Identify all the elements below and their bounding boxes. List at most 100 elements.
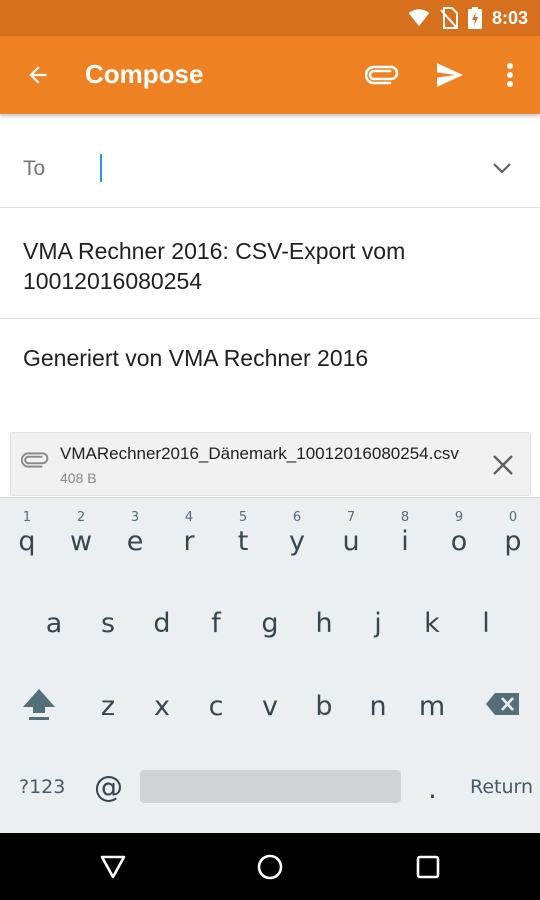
key-l[interactable]: l bbox=[459, 593, 513, 653]
shift-key[interactable] bbox=[12, 674, 66, 734]
key-u[interactable]: 7u bbox=[324, 504, 378, 564]
send-button[interactable] bbox=[426, 53, 474, 97]
body-field[interactable]: Generiert von VMA Rechner 2016 bbox=[0, 319, 540, 429]
key-a[interactable]: a bbox=[27, 593, 81, 653]
key-i[interactable]: 8i bbox=[378, 504, 432, 564]
send-icon bbox=[437, 63, 463, 87]
key-d[interactable]: d bbox=[135, 593, 189, 653]
key-label: k bbox=[424, 607, 440, 639]
key-label: c bbox=[208, 690, 224, 722]
subject-field[interactable]: VMA Rechner 2016: CSV-Export vom 1001201… bbox=[0, 208, 540, 319]
key-label: i bbox=[401, 525, 409, 557]
key-e[interactable]: 3e bbox=[108, 504, 162, 564]
status-bar: 8:03 bbox=[0, 0, 540, 36]
attachment-chip[interactable]: VMARechner2016_Dänemark_10012016080254.c… bbox=[10, 432, 531, 496]
key-z[interactable]: z bbox=[81, 676, 135, 736]
key-label: b bbox=[315, 690, 333, 722]
key-label: y bbox=[289, 525, 305, 557]
subject-text: VMA Rechner 2016: CSV-Export vom 1001201… bbox=[23, 238, 406, 294]
key-label: a bbox=[45, 607, 63, 639]
key-hint: 1 bbox=[22, 510, 32, 525]
key-c[interactable]: c bbox=[189, 676, 243, 736]
attachment-size: 408 B bbox=[60, 470, 97, 486]
to-input[interactable] bbox=[100, 148, 470, 188]
key-g[interactable]: g bbox=[243, 593, 297, 653]
key-label: v bbox=[262, 690, 278, 722]
key-s[interactable]: s bbox=[81, 593, 135, 653]
nav-back-button[interactable] bbox=[91, 845, 135, 889]
key-m[interactable]: m bbox=[405, 676, 459, 736]
attachment-clip-icon bbox=[21, 452, 49, 468]
key-label: h bbox=[315, 607, 333, 639]
app-bar: Compose bbox=[0, 36, 540, 114]
key-label: n bbox=[369, 690, 387, 722]
to-row: To bbox=[0, 128, 540, 208]
arrow-back-icon bbox=[29, 66, 47, 84]
key-v[interactable]: v bbox=[243, 676, 297, 736]
key-hint: 9 bbox=[454, 510, 464, 525]
key-label: t bbox=[237, 525, 249, 557]
key-label: m bbox=[418, 690, 446, 722]
body-text: Generiert von VMA Rechner 2016 bbox=[23, 345, 369, 371]
home-circle-icon bbox=[257, 854, 283, 880]
key-hint: 7 bbox=[346, 510, 356, 525]
nav-recents-button[interactable] bbox=[406, 845, 450, 889]
key-label: u bbox=[342, 525, 360, 557]
shift-icon bbox=[23, 689, 55, 720]
soft-keyboard: 1q2w3e4r5t6y7u8i9o0p asdfghjkl zxcvbnm ?… bbox=[0, 497, 540, 833]
key-label: d bbox=[153, 607, 171, 639]
key-k[interactable]: k bbox=[405, 593, 459, 653]
key-h[interactable]: h bbox=[297, 593, 351, 653]
close-icon bbox=[493, 455, 513, 475]
key-label: l bbox=[482, 607, 490, 639]
key-hint: 6 bbox=[292, 510, 302, 525]
space-bar[interactable] bbox=[140, 770, 401, 803]
key-label: e bbox=[126, 525, 144, 557]
key-label: p bbox=[504, 525, 522, 557]
key-q[interactable]: 1q bbox=[0, 504, 54, 564]
key-t[interactable]: 5t bbox=[216, 504, 270, 564]
key-j[interactable]: j bbox=[351, 593, 405, 653]
key-label: z bbox=[100, 690, 116, 722]
attach-button[interactable] bbox=[358, 53, 406, 97]
key-o[interactable]: 9o bbox=[432, 504, 486, 564]
key-label: j bbox=[374, 607, 382, 639]
key-x[interactable]: x bbox=[135, 676, 189, 736]
to-label: To bbox=[23, 157, 46, 180]
chevron-down-icon bbox=[493, 163, 511, 174]
key-b[interactable]: b bbox=[297, 676, 351, 736]
key-r[interactable]: 4r bbox=[162, 504, 216, 564]
back-triangle-icon bbox=[100, 855, 126, 879]
key-label: g bbox=[261, 607, 279, 639]
key-label: x bbox=[154, 690, 170, 722]
nav-home-button[interactable] bbox=[248, 845, 292, 889]
key-f[interactable]: f bbox=[189, 593, 243, 653]
key-p[interactable]: 0p bbox=[486, 504, 540, 564]
key-w[interactable]: 2w bbox=[54, 504, 108, 564]
key-hint: 2 bbox=[76, 510, 86, 525]
key-n[interactable]: n bbox=[351, 676, 405, 736]
period-key[interactable]: . bbox=[428, 772, 437, 805]
navigation-bar bbox=[0, 833, 540, 900]
key-y[interactable]: 6y bbox=[270, 504, 324, 564]
backspace-key[interactable] bbox=[476, 674, 530, 734]
back-button[interactable] bbox=[14, 53, 62, 97]
remove-attachment-button[interactable] bbox=[485, 447, 521, 483]
key-hint: 3 bbox=[130, 510, 140, 525]
more-options-button[interactable] bbox=[486, 53, 534, 97]
key-label: w bbox=[69, 525, 93, 557]
key-label: f bbox=[211, 607, 221, 639]
key-hint: 0 bbox=[508, 510, 518, 525]
return-key[interactable]: Return bbox=[470, 776, 533, 798]
no-sim-icon bbox=[440, 7, 458, 29]
key-hint: 4 bbox=[184, 510, 194, 525]
symbols-key[interactable]: ?123 bbox=[19, 776, 65, 798]
key-hint: 5 bbox=[238, 510, 248, 525]
text-cursor bbox=[100, 154, 102, 182]
key-label: r bbox=[183, 525, 195, 557]
at-key[interactable]: @ bbox=[94, 770, 123, 804]
recents-square-icon bbox=[416, 855, 440, 879]
expand-recipients-button[interactable] bbox=[484, 150, 520, 186]
status-time: 8:03 bbox=[491, 7, 528, 28]
attach-icon bbox=[365, 65, 399, 85]
